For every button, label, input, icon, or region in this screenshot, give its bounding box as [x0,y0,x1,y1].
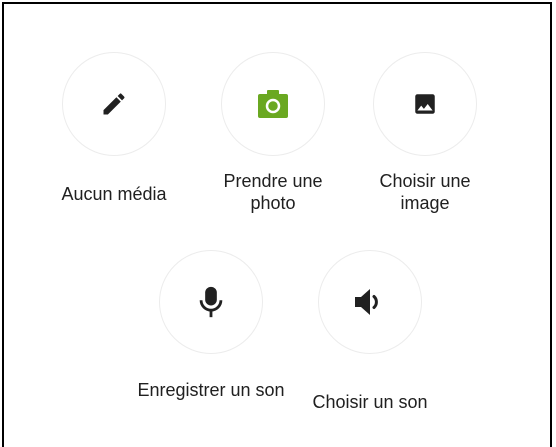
camera-icon [258,90,288,118]
take-photo-option[interactable]: Prendre une photo [193,52,353,232]
speaker-icon [353,287,387,317]
record-sound-label: Enregistrer un son [137,380,285,400]
choose-sound-option[interactable]: Choisir un son [290,250,450,430]
choose-image-button[interactable] [373,52,477,156]
no-media-button[interactable] [62,52,166,156]
choose-image-label: Choisir une image [379,171,471,213]
media-picker-dialog: Aucun média Prendre une photo Choisir un… [2,2,552,447]
no-media-label: Aucun média [61,184,167,204]
record-sound-button[interactable] [159,250,263,354]
choose-sound-button[interactable] [318,250,422,354]
record-sound-option[interactable]: Enregistrer un son [131,250,291,430]
image-icon [412,91,438,117]
no-media-option[interactable]: Aucun média [34,52,194,232]
take-photo-button[interactable] [221,52,325,156]
choose-sound-label: Choisir un son [312,392,428,412]
pencil-icon [100,90,128,118]
choose-image-option[interactable]: Choisir une image [345,52,505,232]
take-photo-label: Prendre une photo [223,171,323,213]
microphone-icon [197,285,225,319]
